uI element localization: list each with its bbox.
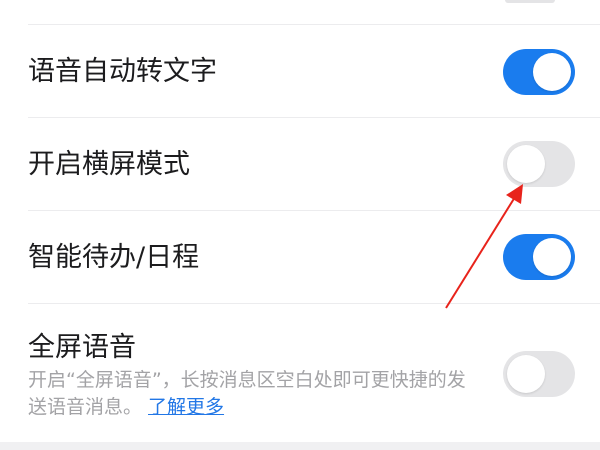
arrow-head <box>506 184 523 204</box>
annotation-arrow-icon <box>445 184 523 309</box>
arrow-shaft <box>445 196 516 309</box>
